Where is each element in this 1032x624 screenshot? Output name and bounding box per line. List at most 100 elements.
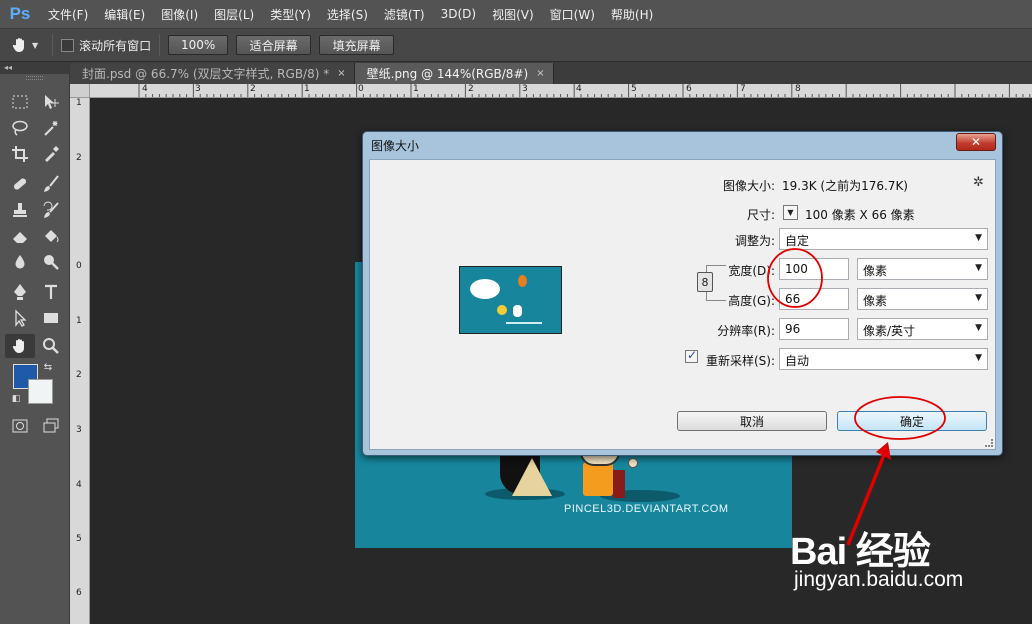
vertical-ruler[interactable]: 1 2 0 1 2 3 4 5 6: [70, 98, 90, 624]
separator: [159, 34, 161, 56]
menu-filter[interactable]: 滤镜(T): [376, 6, 433, 23]
width-input[interactable]: 100: [779, 258, 849, 280]
panel-grip[interactable]: [26, 76, 43, 80]
height-unit-select[interactable]: 像素 ▼: [857, 288, 988, 310]
screen-mode-icon[interactable]: [36, 414, 66, 438]
width-unit-select[interactable]: 像素 ▼: [857, 258, 988, 280]
gear-icon[interactable]: ✲: [973, 175, 984, 190]
default-colors-icon[interactable]: ◧: [8, 392, 24, 406]
tab-wallpaper-png[interactable]: 壁纸.png @ 144%(RGB/8#) ×: [354, 63, 554, 84]
ruler-label: 3: [195, 84, 201, 94]
resample-select[interactable]: 自动 ▼: [779, 348, 988, 370]
eyedropper-tool-icon[interactable]: [36, 142, 66, 166]
menu-type[interactable]: 类型(Y): [262, 6, 319, 23]
menu-view[interactable]: 视图(V): [484, 6, 542, 23]
height-unit-value: 像素: [863, 294, 888, 308]
dialog-titlebar[interactable]: 图像大小 ✕: [363, 132, 1002, 158]
close-icon[interactable]: ×: [337, 68, 345, 79]
menu-edit[interactable]: 编辑(E): [96, 6, 153, 23]
marquee-tool-icon[interactable]: [5, 90, 35, 114]
character-leg: [613, 470, 625, 498]
dialog-body: 图像大小: 19.3K (之前为176.7K) ✲ 尺寸: ▼ 100 像素 X…: [369, 159, 996, 450]
preview-character: [513, 305, 522, 317]
ruler-label: 5: [76, 534, 82, 544]
image-size-value: 19.3K (之前为176.7K): [782, 179, 908, 193]
document-tabs: 封面.psd @ 66.7% (双层文字样式, RGB/8) * × 壁纸.pn…: [70, 62, 1032, 84]
fit-screen-button[interactable]: 适合屏幕: [236, 35, 312, 55]
dimensions-label: 尺寸:: [746, 208, 775, 222]
path-selection-tool-icon[interactable]: [5, 306, 35, 330]
swap-colors-icon[interactable]: ⇆: [40, 360, 56, 374]
options-bar: ▼ 滚动所有窗口 100% 适合屏幕 填充屏幕: [0, 28, 1032, 62]
chevron-down-icon: ▼: [975, 233, 982, 243]
resize-grip[interactable]: [985, 439, 993, 447]
zoom-tool-icon[interactable]: [36, 334, 66, 358]
collapse-panel-icon[interactable]: ◂◂: [0, 62, 69, 74]
fit-to-select[interactable]: 自定 ▼: [779, 228, 988, 250]
menu-window[interactable]: 窗口(W): [542, 6, 603, 23]
separator: [52, 34, 54, 56]
type-tool-icon[interactable]: [36, 280, 66, 304]
menu-help[interactable]: 帮助(H): [603, 6, 661, 23]
clone-stamp-tool-icon[interactable]: [5, 198, 35, 222]
close-icon[interactable]: ×: [536, 68, 544, 79]
brush-tool-icon[interactable]: [36, 172, 66, 196]
crop-tool-icon[interactable]: [5, 142, 35, 166]
dimensions-value: 100 像素 X 66 像素: [805, 208, 915, 222]
menu-file[interactable]: 文件(F): [40, 6, 96, 23]
healing-brush-tool-icon[interactable]: [5, 172, 35, 196]
move-tool-icon[interactable]: [36, 90, 66, 114]
resolution-input[interactable]: 96: [779, 318, 849, 340]
blur-tool-icon[interactable]: [5, 250, 35, 274]
ruler-label: 1: [413, 84, 419, 94]
chevron-down-icon[interactable]: ▼: [32, 41, 38, 50]
ruler-origin[interactable]: [70, 84, 90, 98]
magic-wand-tool-icon[interactable]: [36, 116, 66, 140]
resolution-label: 分辨率(R):: [717, 324, 775, 338]
resolution-unit-select[interactable]: 像素/英寸 ▼: [857, 318, 988, 340]
menu-layer[interactable]: 图层(L): [206, 6, 262, 23]
menu-image[interactable]: 图像(I): [153, 6, 206, 23]
ruler-label: 6: [686, 84, 692, 94]
fill-screen-button[interactable]: 填充屏幕: [319, 35, 395, 55]
watermark-url: jingyan.baidu.com: [794, 568, 964, 591]
ruler-label: 4: [576, 84, 582, 94]
ruler-label: 8: [795, 84, 801, 94]
image-preview[interactable]: [459, 266, 562, 334]
eraser-tool-icon[interactable]: [5, 224, 35, 248]
quick-mask-icon[interactable]: [5, 414, 35, 438]
pen-tool-icon[interactable]: [5, 280, 35, 304]
ruler-label: 0: [358, 84, 364, 94]
image-size-label: 图像大小:: [722, 179, 775, 193]
tools-panel: ◂◂ ⇆ ◧: [0, 62, 70, 624]
close-button[interactable]: ✕: [956, 133, 996, 151]
ruler-label: 6: [76, 588, 82, 598]
history-brush-tool-icon[interactable]: [36, 198, 66, 222]
hand-tool-icon[interactable]: [5, 334, 35, 358]
photoshop-logo: Ps: [9, 4, 31, 23]
ruler-label: 7: [740, 84, 746, 94]
dodge-tool-icon[interactable]: [36, 250, 66, 274]
zoom-100-button[interactable]: 100%: [168, 35, 229, 55]
paint-bucket-tool-icon[interactable]: [36, 224, 66, 248]
horizontal-ruler[interactable]: 4 3 2 1 0 1 2 3 4 5 6 7 8: [90, 84, 1032, 98]
height-label: 高度(G):: [728, 294, 775, 308]
dialog-title: 图像大小: [371, 139, 420, 153]
lasso-tool-icon[interactable]: [5, 116, 35, 140]
dimensions-dropdown[interactable]: ▼: [783, 205, 798, 220]
ruler-label: 0: [76, 261, 82, 271]
ok-button[interactable]: 确定: [837, 411, 987, 431]
menu-3d[interactable]: 3D(D): [433, 7, 484, 21]
tab-cover-psd[interactable]: 封面.psd @ 66.7% (双层文字样式, RGB/8) * ×: [70, 63, 355, 84]
rectangle-tool-icon[interactable]: [36, 306, 66, 330]
chevron-down-icon: ▼: [975, 353, 982, 363]
menu-select[interactable]: 选择(S): [319, 6, 376, 23]
ruler-label: 2: [468, 84, 474, 94]
cancel-button[interactable]: 取消: [677, 411, 827, 431]
ruler-label: 1: [304, 84, 310, 94]
ruler-label: 2: [76, 370, 82, 380]
background-color-swatch[interactable]: [28, 379, 53, 404]
scroll-all-windows-checkbox[interactable]: [61, 38, 75, 52]
kid-character: [583, 462, 613, 496]
height-input[interactable]: 66: [779, 288, 849, 310]
